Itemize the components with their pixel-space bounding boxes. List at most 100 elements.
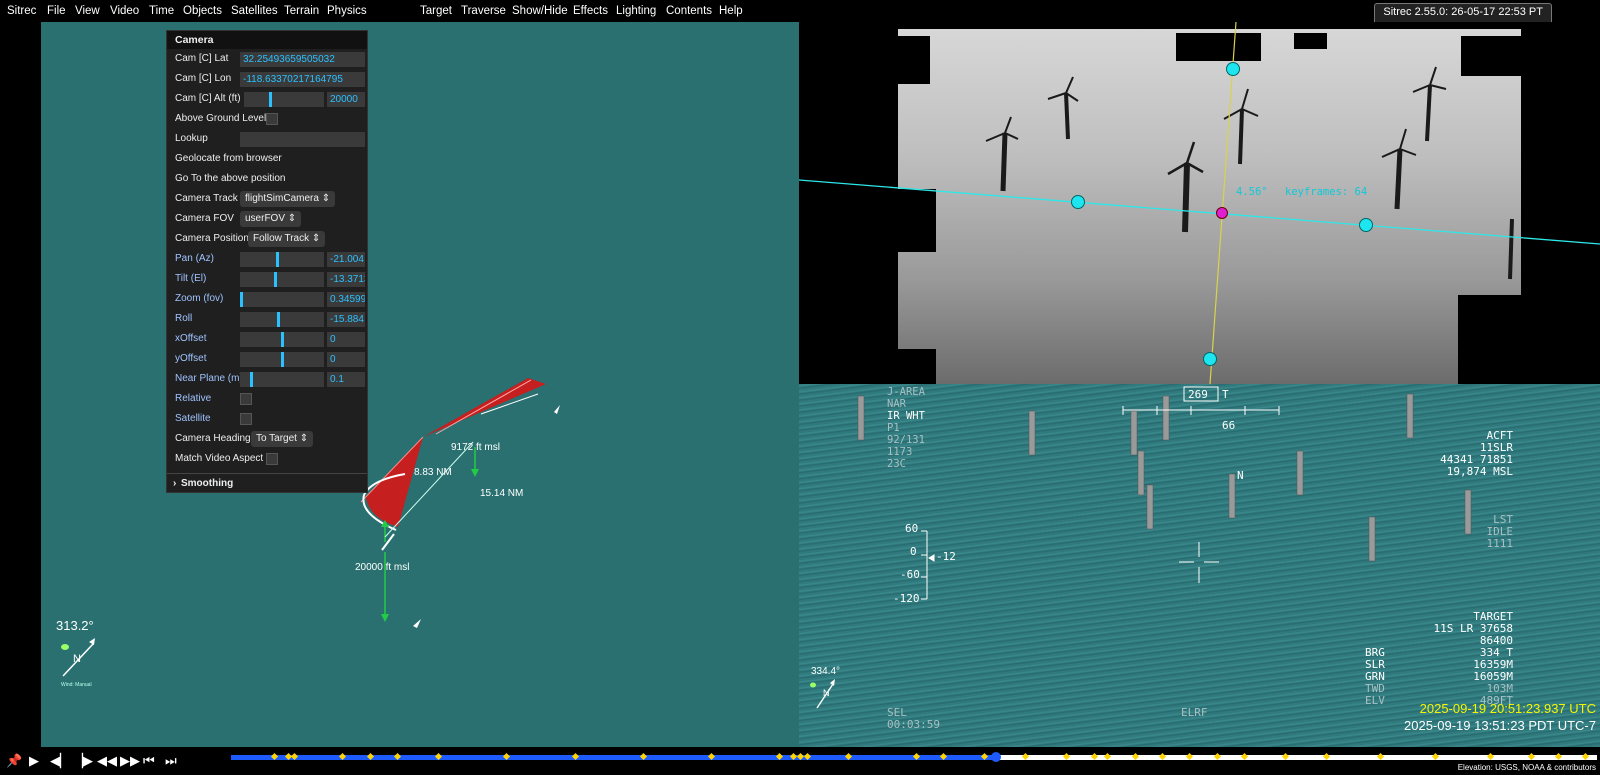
menu-objects[interactable]: Objects [183, 5, 222, 17]
near-plane-label: Near Plane (m) [175, 373, 243, 384]
tilt-label: Tilt (El) [175, 273, 207, 284]
heading-sub: 66 [1222, 419, 1236, 432]
menu-traverse[interactable]: Traverse [461, 5, 506, 17]
main-3d-view[interactable]: 9172 ft msl 8.83 NM 15.14 NM 20000 ft ms… [41, 22, 799, 747]
aircraft-marker [554, 405, 560, 414]
keyframe-marker [1213, 752, 1221, 761]
yoffset-slider[interactable] [240, 352, 324, 367]
smoothing-folder[interactable]: › Smoothing [167, 474, 367, 494]
roll-input[interactable]: -15.884 [327, 312, 365, 327]
pdt-time: 2025-09-19 13:51:23 PDT UTC-7 [1404, 718, 1596, 733]
menu-sitrec[interactable]: Sitrec [7, 5, 36, 17]
skip-end-icon[interactable]: ⏭ [165, 753, 177, 769]
pan-slider[interactable] [240, 252, 324, 267]
keyframe-marker [940, 752, 948, 761]
pitch-scale [921, 530, 935, 600]
angle-readout: 4.56° [1236, 186, 1268, 198]
camera-position-select[interactable]: Follow Track ⇕ [248, 231, 326, 247]
menu-contents[interactable]: Contents [666, 5, 712, 17]
menu-file[interactable]: File [47, 5, 66, 17]
keyframe-handle-top[interactable] [1226, 62, 1240, 76]
menu-physics[interactable]: Physics [327, 5, 367, 17]
goto-position-button[interactable]: Go To the above position [175, 169, 285, 189]
menu-effects[interactable]: Effects [573, 5, 608, 17]
keyframe-overlay [799, 22, 1600, 384]
keyframe-marker [912, 752, 921, 761]
keyframe-handle-bottom[interactable] [1203, 352, 1217, 366]
scale-minus-60: -60 [900, 568, 920, 581]
hud-mode: J-AREA [887, 386, 925, 398]
cam-alt-slider[interactable] [244, 92, 324, 107]
center-handle[interactable] [1216, 207, 1228, 219]
satellite-checkbox[interactable] [240, 413, 252, 425]
fast-forward-icon[interactable]: ▶▶ [120, 753, 140, 769]
relative-checkbox[interactable] [240, 393, 252, 405]
zoom-input[interactable]: 0.34599 [327, 292, 365, 307]
rewind-icon[interactable]: ◀◀ [97, 753, 117, 769]
menu-target[interactable]: Target [420, 5, 452, 17]
menu-video[interactable]: Video [110, 5, 139, 17]
keyframe-handle-left[interactable] [1071, 195, 1085, 209]
keyframe-marker [1377, 752, 1385, 761]
menu-show-hide[interactable]: Show/Hide [512, 5, 568, 17]
camera-heading-select[interactable]: To Target ⇕ [251, 431, 314, 447]
step-forward-icon[interactable]: ▕▶ [73, 753, 93, 769]
keyframe-marker [1486, 752, 1494, 761]
pin-icon[interactable]: 📌 [6, 753, 22, 769]
keyframe-marker [639, 752, 647, 761]
lookup-input[interactable] [240, 132, 365, 147]
camera-track-label: Camera Track [175, 193, 238, 204]
menu-time[interactable]: Time [149, 5, 174, 17]
cam-alt-label: Cam [C] Alt (ft) [175, 93, 241, 104]
keyframes-readout: keyframes: 64 [1285, 186, 1368, 198]
menu-terrain[interactable]: Terrain [284, 5, 319, 17]
cam-alt-input[interactable]: 20000 [327, 92, 365, 107]
hud-nar: NAR [887, 398, 906, 410]
zoom-slider[interactable] [240, 292, 324, 307]
xoffset-input[interactable]: 0 [327, 332, 365, 347]
hud-top-left: J-AREA NAR IR WHT P1 92/131 1173 23C [887, 386, 925, 470]
view-heading-readout: 334.4° [811, 666, 841, 677]
timeline-keyframes [231, 752, 1597, 762]
match-aspect-checkbox[interactable] [266, 453, 278, 465]
frustum-cone-upper [423, 378, 546, 437]
menu-lighting[interactable]: Lighting [616, 5, 656, 17]
near-plane-input[interactable]: 0.1 [327, 372, 365, 387]
yoffset-label: yOffset [175, 353, 207, 364]
xoffset-slider[interactable] [240, 332, 324, 347]
crosshair [1179, 542, 1219, 583]
camera-track-select[interactable]: flightSimCamera ⇕ [240, 191, 336, 207]
tilt-input[interactable]: -13.3713 [327, 272, 365, 287]
hud-ir-wht: IR WHT [887, 410, 925, 422]
tilt-slider[interactable] [240, 272, 324, 287]
pan-input[interactable]: -21.004 [327, 252, 365, 267]
cam-lon-input[interactable]: -118.63370217164795 [240, 72, 365, 87]
keyframe-handle-right[interactable] [1359, 218, 1373, 232]
agl-label: Above Ground Level [175, 113, 267, 124]
camera-fov-select[interactable]: userFOV ⇕ [240, 211, 302, 227]
keyframe-marker [708, 752, 716, 761]
cam-lat-input[interactable]: 32.25493659505032 [240, 52, 365, 67]
camera-view[interactable]: 4.56° keyframes: 64 269 T 66 J-AREA NAR … [799, 22, 1600, 747]
roll-label: Roll [175, 313, 193, 324]
camera-fov-label: Camera FOV [175, 213, 234, 224]
step-back-icon[interactable]: ◀▏ [50, 753, 70, 769]
menu-view[interactable]: View [75, 5, 100, 17]
yoffset-input[interactable]: 0 [327, 352, 365, 367]
keyframe-marker [844, 752, 852, 761]
menu-satellites[interactable]: Satellites [231, 5, 278, 17]
wind-label: Wind: Manual [61, 682, 92, 688]
geolocate-button[interactable]: Geolocate from browser [175, 149, 282, 169]
hud-1173: 1173 [887, 446, 913, 458]
panel-title[interactable]: Camera [167, 31, 367, 49]
scale-0: 0 [910, 545, 917, 558]
agl-checkbox[interactable] [266, 113, 278, 125]
roll-slider[interactable] [240, 312, 324, 327]
scale-marker-value: -12 [936, 550, 956, 563]
hud-23c: 23C [887, 458, 906, 470]
skip-start-icon[interactable]: ⏮ [143, 753, 155, 769]
menu-help[interactable]: Help [719, 5, 743, 17]
keyframe-marker [1022, 752, 1030, 761]
near-plane-slider[interactable] [240, 372, 324, 387]
play-icon[interactable]: ▶ [29, 753, 39, 769]
